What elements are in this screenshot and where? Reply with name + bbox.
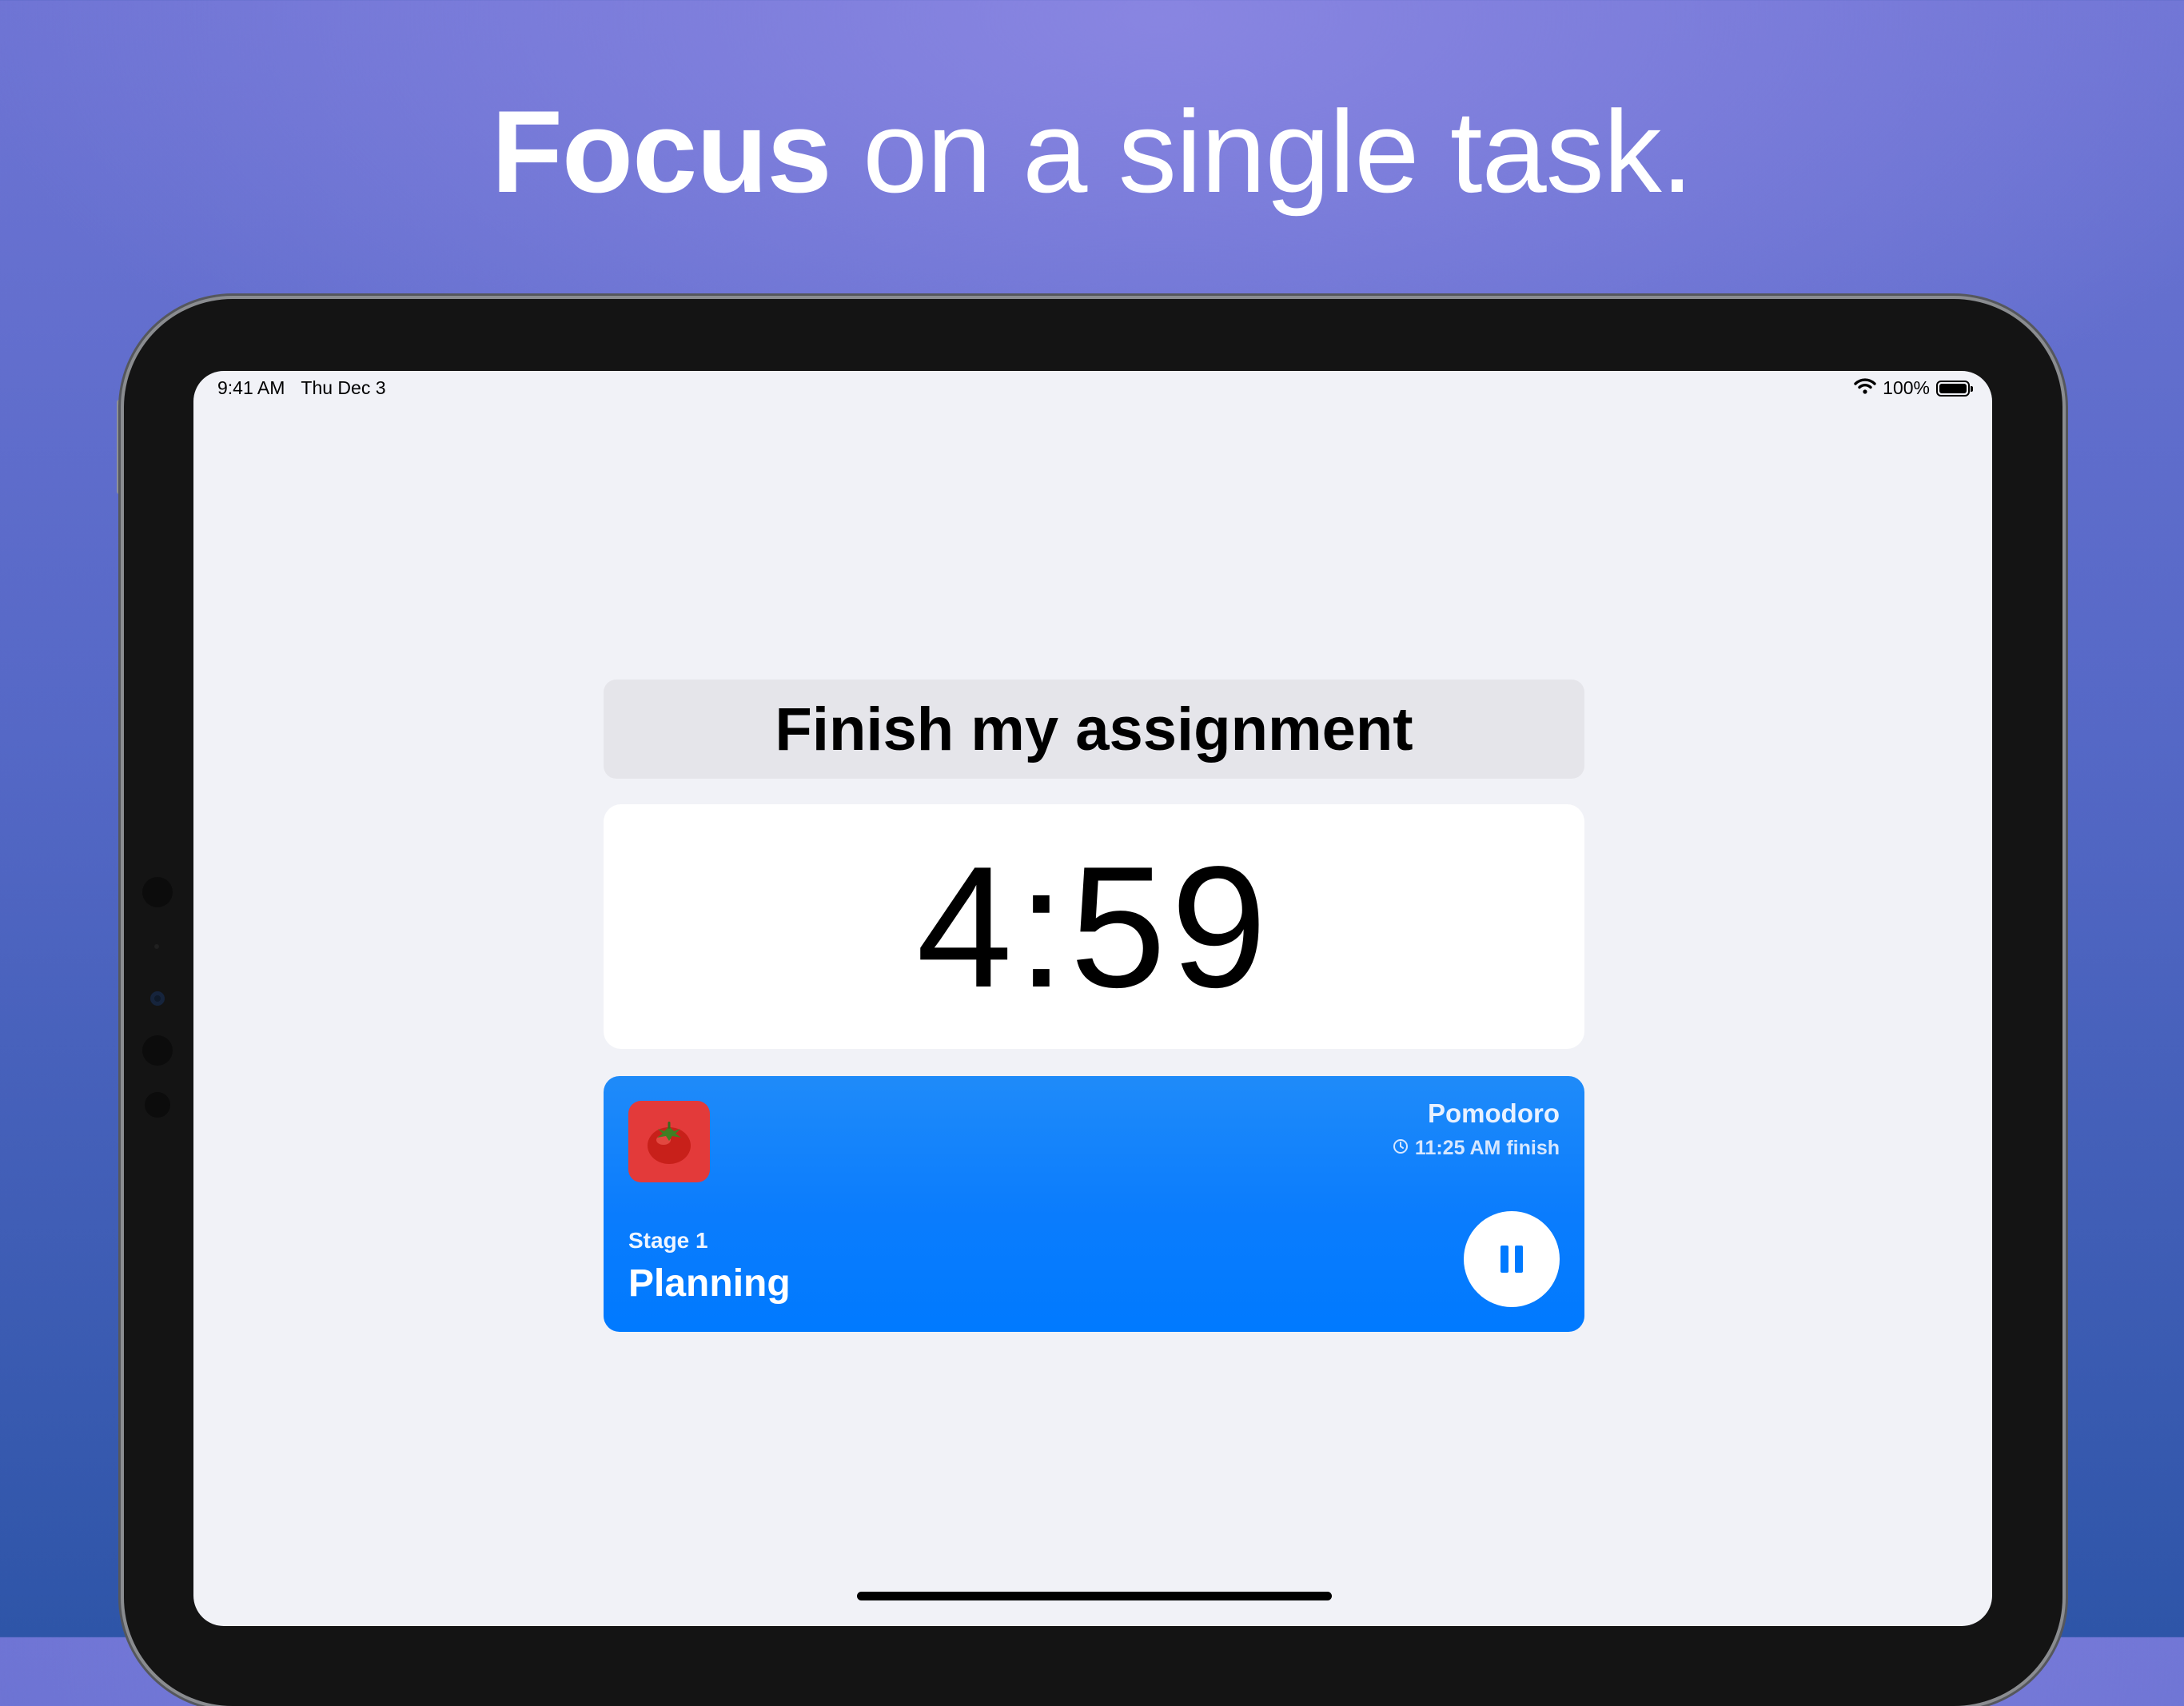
battery-percent: 100% [1883, 377, 1930, 398]
battery-icon [1936, 380, 1973, 397]
finish-time: 11:25 AM finish [1414, 1137, 1560, 1159]
clock-icon [1393, 1137, 1409, 1160]
session-card[interactable]: Pomodoro 11:25 AM finish Stage 1 Plannin… [604, 1076, 1584, 1332]
tomato-icon [628, 1101, 710, 1182]
headline-emphasis: Focus [491, 86, 832, 217]
stage-label: Stage 1 [628, 1228, 708, 1253]
magnetic-connector [145, 1092, 170, 1118]
finish-row: 11:25 AM finish [1393, 1137, 1560, 1160]
phase-label: Planning [628, 1262, 791, 1305]
side-button [117, 400, 123, 494]
wifi-icon [1854, 377, 1876, 399]
headline: Focus on a single task. [0, 76, 2184, 228]
task-title-card[interactable]: Finish my assignment [604, 680, 1584, 779]
magnetic-connector [142, 1035, 173, 1066]
pause-icon [1515, 1246, 1523, 1273]
home-indicator[interactable] [857, 1592, 1332, 1600]
status-date: Thu Dec 3 [301, 377, 386, 398]
sensor-dot [154, 944, 159, 949]
battery-fill [1939, 383, 1967, 393]
status-time: 9:41 AM [217, 377, 285, 398]
pause-button[interactable] [1464, 1211, 1560, 1307]
app-screen: 9:41 AM Thu Dec 3 100% Finish my assignme… [193, 371, 1992, 1626]
timer-display: 4:59 [916, 829, 1272, 1023]
timer-card: 4:59 [604, 804, 1584, 1049]
session-info: Pomodoro 11:25 AM finish [1393, 1098, 1560, 1160]
pause-icon [1501, 1246, 1508, 1273]
magnetic-connector [142, 877, 173, 907]
status-bar-left: 9:41 AM Thu Dec 3 [217, 377, 386, 399]
status-bar-right: 100% [1854, 377, 1973, 399]
task-title: Finish my assignment [775, 695, 1413, 763]
session-name: Pomodoro [1428, 1098, 1560, 1128]
front-camera [150, 991, 165, 1006]
headline-text: on a single task. [831, 86, 1693, 217]
